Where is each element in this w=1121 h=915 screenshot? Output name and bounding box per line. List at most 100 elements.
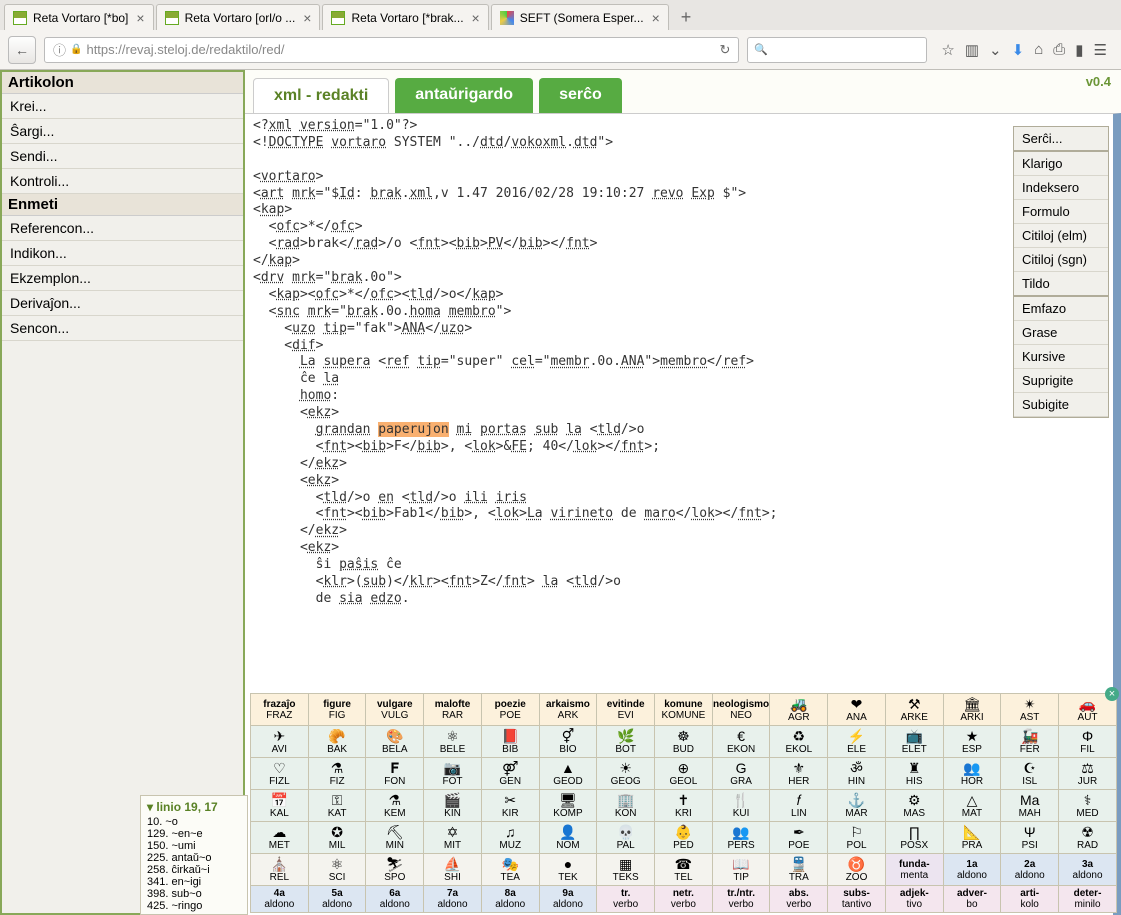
sidebar-item-derivajxon[interactable]: Derivaĵon... xyxy=(2,291,243,316)
grid-cell-tel[interactable]: ☎TEL xyxy=(655,854,713,886)
grid-cell-jur[interactable]: ⚖JUR xyxy=(1059,758,1117,790)
grid-cell-mil[interactable]: ✪MIL xyxy=(308,822,366,854)
grid-cell-poe[interactable]: poeziePOE xyxy=(481,694,539,726)
line-info-row[interactable]: 150. ~umi xyxy=(141,840,247,852)
grid-cell-verbo[interactable]: tr./ntr.verbo xyxy=(712,886,770,913)
grid-cell-tantivo[interactable]: subs-tantivo xyxy=(828,886,886,913)
grid-cell-lin[interactable]: 𝑓LIN xyxy=(770,790,828,822)
grid-cell-bot[interactable]: 🌿BOT xyxy=(597,726,655,758)
panel-item-kursive[interactable]: Kursive xyxy=(1014,345,1108,369)
panel-item-suprigite[interactable]: Suprigite xyxy=(1014,369,1108,393)
panel-item-serci[interactable]: Serĉi... xyxy=(1014,127,1108,152)
grid-cell-his[interactable]: ♜HIS xyxy=(885,758,943,790)
grid-cell-her[interactable]: ⚜HER xyxy=(770,758,828,790)
line-info-row[interactable]: 341. en~igi xyxy=(141,876,247,888)
home-icon[interactable]: ⌂ xyxy=(1034,41,1043,59)
grid-cell-fot[interactable]: 📷FOT xyxy=(424,758,482,790)
panel-item-subigite[interactable]: Subigite xyxy=(1014,393,1108,417)
close-icon[interactable]: × xyxy=(303,10,311,26)
line-info-row[interactable]: 258. ĉirkaŭ~i xyxy=(141,864,247,876)
grid-cell-agr[interactable]: 🚜AGR xyxy=(770,694,828,726)
line-info-row[interactable]: 129. ~en~e xyxy=(141,828,247,840)
grid-cell-kri[interactable]: ✝KRI xyxy=(655,790,713,822)
grid-cell-poe[interactable]: ✒POE xyxy=(770,822,828,854)
grid-cell-fon[interactable]: 𝐅FON xyxy=(366,758,424,790)
browser-tab-2[interactable]: Reta Vortaro [*brak...× xyxy=(322,4,488,30)
grid-cell-ele[interactable]: ⚡ELE xyxy=(828,726,886,758)
menu-icon[interactable]: ☰ xyxy=(1094,41,1107,59)
grid-cell-mah[interactable]: MaMAH xyxy=(1001,790,1059,822)
grid-cell-muz[interactable]: ♫MUZ xyxy=(481,822,539,854)
panel-item-indeksero[interactable]: Indeksero xyxy=(1014,176,1108,200)
grid-cell-mit[interactable]: ✡MIT xyxy=(424,822,482,854)
grid-cell-mas[interactable]: ⚙MAS xyxy=(885,790,943,822)
browser-tab-1[interactable]: Reta Vortaro [orl/o ...× xyxy=(156,4,321,30)
close-icon[interactable]: × xyxy=(136,10,144,26)
grid-cell-posx[interactable]: ∏POSX xyxy=(885,822,943,854)
grid-cell-aldono[interactable]: 3aaldono xyxy=(1059,854,1117,886)
grid-cell-kin[interactable]: 🎬KIN xyxy=(424,790,482,822)
grid-cell-rad[interactable]: ☢RAD xyxy=(1059,822,1117,854)
new-tab-button[interactable]: + xyxy=(671,5,702,30)
grid-cell-kolo[interactable]: arti-kolo xyxy=(1001,886,1059,913)
grid-cell-aldono[interactable]: 4aaldono xyxy=(251,886,309,913)
grid-cell-aldono[interactable]: 6aaldono xyxy=(366,886,424,913)
grid-cell-arke[interactable]: ⚒ARKE xyxy=(885,694,943,726)
tab-antaurigardo[interactable]: antaŭrigardo xyxy=(395,78,533,113)
sidebar-item-sendi[interactable]: Sendi... xyxy=(2,144,243,169)
grid-cell-shi[interactable]: ⛵SHI xyxy=(424,854,482,886)
grid-cell-ana[interactable]: ❤ANA xyxy=(828,694,886,726)
grid-cell-kat[interactable]: ⚿KAT xyxy=(308,790,366,822)
library-icon[interactable]: ▥ xyxy=(965,41,979,59)
panel-item-grase[interactable]: Grase xyxy=(1014,321,1108,345)
panel-item-emfazo[interactable]: Emfazo xyxy=(1014,297,1108,321)
grid-cell-mar[interactable]: ⚓MAR xyxy=(828,790,886,822)
book-icon[interactable]: ▮ xyxy=(1075,41,1083,59)
grid-cell-aldono[interactable]: 2aaldono xyxy=(1001,854,1059,886)
grid-cell-zoo[interactable]: ♉ZOO xyxy=(828,854,886,886)
grid-cell-komune[interactable]: komuneKOMUNE xyxy=(655,694,713,726)
sidebar-item-referencon[interactable]: Referencon... xyxy=(2,216,243,241)
grid-cell-pal[interactable]: 💀PAL xyxy=(597,822,655,854)
grid-cell-avi[interactable]: ✈AVI xyxy=(251,726,309,758)
grid-cell-bo[interactable]: adver-bo xyxy=(943,886,1001,913)
line-info-row[interactable]: 10. ~o xyxy=(141,816,247,828)
grid-cell-elet[interactable]: 📺ELET xyxy=(885,726,943,758)
browser-tab-3[interactable]: SEFT (Somera Esper...× xyxy=(491,4,669,30)
grid-cell-kon[interactable]: 🏢KON xyxy=(597,790,655,822)
grid-cell-med[interactable]: ⚕MED xyxy=(1059,790,1117,822)
grid-cell-pol[interactable]: ⚐POL xyxy=(828,822,886,854)
grid-cell-fiz[interactable]: ⚗FIZ xyxy=(308,758,366,790)
grid-cell-minilo[interactable]: deter-minilo xyxy=(1059,886,1117,913)
grid-cell-mat[interactable]: △MAT xyxy=(943,790,1001,822)
grid-cell-gra[interactable]: GGRA xyxy=(712,758,770,790)
grid-cell-fer[interactable]: 🚂FER xyxy=(1001,726,1059,758)
grid-cell-min[interactable]: ⛏MIN xyxy=(366,822,424,854)
grid-cell-ekon[interactable]: €EKON xyxy=(712,726,770,758)
sidebar-item-indikon[interactable]: Indikon... xyxy=(2,241,243,266)
line-info-row[interactable]: 225. antaŭ~o xyxy=(141,852,247,864)
grid-cell-tra[interactable]: 🚆TRA xyxy=(770,854,828,886)
grid-cell-psi[interactable]: ΨPSI xyxy=(1001,822,1059,854)
grid-cell-geol[interactable]: ⊕GEOL xyxy=(655,758,713,790)
grid-cell-aldono[interactable]: 9aaldono xyxy=(539,886,597,913)
grid-cell-bele[interactable]: ⚛BELE xyxy=(424,726,482,758)
search-bar[interactable] xyxy=(747,37,927,63)
grid-cell-nom[interactable]: 👤NOM xyxy=(539,822,597,854)
grid-cell-tea[interactable]: 🎭TEA xyxy=(481,854,539,886)
grid-close-icon[interactable]: × xyxy=(1105,687,1119,701)
grid-cell-ekol[interactable]: ♻EKOL xyxy=(770,726,828,758)
grid-cell-bib[interactable]: 📕BIB xyxy=(481,726,539,758)
grid-cell-verbo[interactable]: netr.verbo xyxy=(655,886,713,913)
sidebar-item-kontroli[interactable]: Kontroli... xyxy=(2,169,243,194)
panel-item-tildo[interactable]: Tildo xyxy=(1014,272,1108,297)
grid-cell-kal[interactable]: 📅KAL xyxy=(251,790,309,822)
line-info-row[interactable]: 425. ~ringo xyxy=(141,900,247,912)
back-button[interactable]: ← xyxy=(8,36,36,64)
grid-cell-fraz[interactable]: frazaĵoFRAZ xyxy=(251,694,309,726)
grid-cell-evi[interactable]: evitindeEVI xyxy=(597,694,655,726)
grid-cell-hin[interactable]: ॐHIN xyxy=(828,758,886,790)
grid-cell-fil[interactable]: ΦFIL xyxy=(1059,726,1117,758)
grid-cell-esp[interactable]: ★ESP xyxy=(943,726,1001,758)
grid-cell-rar[interactable]: malofteRAR xyxy=(424,694,482,726)
